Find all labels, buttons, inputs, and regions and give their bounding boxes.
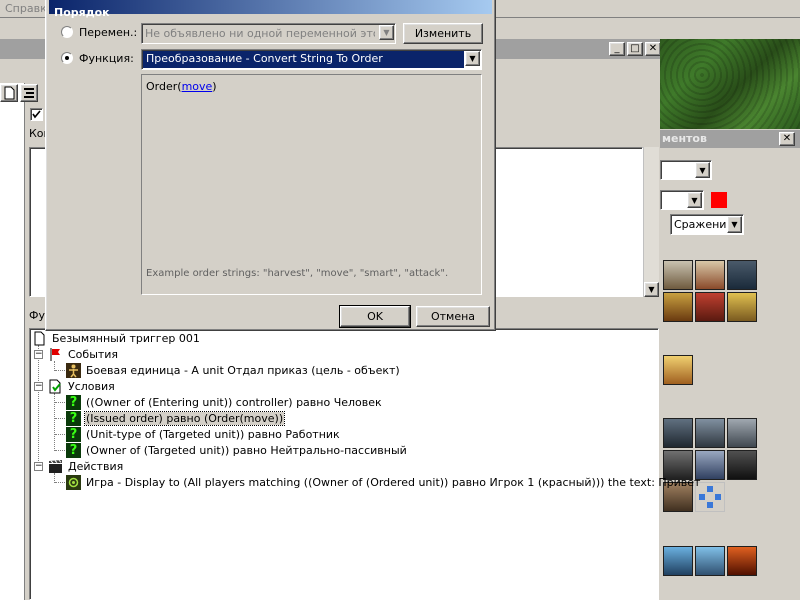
collapse-events-icon[interactable]: −: [34, 350, 43, 359]
unit-icon-rifleman[interactable]: [727, 260, 757, 290]
cancel-button[interactable]: Отмена: [416, 306, 490, 327]
example-text: Example order strings: "harvest", "move"…: [146, 268, 449, 279]
event-1-label: Боевая единица - A unit Отдал приказ (це…: [86, 364, 400, 377]
palette-close-icon[interactable]: ✕: [779, 132, 795, 146]
scroll-down-icon[interactable]: ▼: [644, 282, 659, 297]
actions-label: Действия: [68, 460, 124, 473]
unit-icon-archmage[interactable]: [695, 292, 725, 322]
chevron-down-icon[interactable]: ▼: [465, 51, 480, 66]
palette-category-value: Сражение: [674, 218, 734, 231]
condition-3-label: (Unit-type of (Targeted unit)) равно Раб…: [86, 428, 340, 441]
close-icon[interactable]: ✕: [645, 42, 661, 56]
minimize-icon[interactable]: _: [609, 42, 625, 56]
trigger-tree[interactable]: Безымянный триггер 001 − События Боевая …: [29, 328, 700, 600]
comment-scrollbar[interactable]: ▼: [643, 147, 659, 297]
question-icon: ?: [66, 395, 81, 410]
palette-tileset-select[interactable]: ▼: [660, 160, 712, 180]
tree-line: [55, 418, 65, 419]
function-combo[interactable]: Преобразование - Convert String To Order…: [141, 49, 482, 70]
clapperboard-icon: [48, 459, 63, 474]
palette-player-select[interactable]: ▼: [660, 190, 704, 210]
tree-line: [55, 434, 65, 435]
new-trigger-icon[interactable]: [0, 84, 18, 102]
chevron-down-icon[interactable]: ▼: [379, 25, 394, 40]
param-prefix: Order(: [146, 80, 182, 93]
param-suffix: ): [212, 80, 217, 93]
question-icon: ?: [66, 427, 81, 442]
chevron-down-icon[interactable]: ▼: [727, 216, 742, 233]
chevron-down-icon[interactable]: ▼: [695, 162, 710, 178]
functions-label: Фу: [29, 309, 45, 322]
unit-icon-dwarf-king[interactable]: [663, 260, 693, 290]
red-flag-icon: [48, 347, 63, 362]
variable-combo-value: Не объявлено ни одной переменной этого т…: [145, 27, 375, 40]
condition-4-label: (Owner of (Targeted unit)) равно Нейтрал…: [86, 444, 407, 457]
condition-2-label: (Issued order) равно (Order(move)): [83, 411, 286, 426]
unit-icon-building-2[interactable]: [695, 418, 725, 448]
variable-radio[interactable]: [61, 26, 73, 38]
tree-line: [55, 370, 65, 371]
conditions-label: Условия: [68, 380, 115, 393]
tree-line: [55, 482, 65, 483]
map-viewport[interactable]: [660, 39, 800, 129]
unit-icon-building-3[interactable]: [727, 418, 757, 448]
tree-line: [55, 450, 65, 451]
unit-icon-water-1[interactable]: [663, 546, 693, 576]
dialog-title: Порядок: [54, 6, 110, 19]
trigger-editor-window-buttons: _ □ ✕: [609, 42, 663, 56]
trigger-list-panel[interactable]: [0, 83, 25, 600]
trigger-enabled-checkbox[interactable]: [30, 108, 43, 121]
unit-event-icon: [66, 363, 81, 378]
parameter-expression: Order(move): [146, 80, 217, 93]
unit-icon-hero-portrait[interactable]: [663, 355, 693, 385]
trigger-document-icon: [32, 331, 47, 346]
ok-button[interactable]: OK: [339, 305, 411, 328]
variable-radio-label: Перемен.:: [79, 26, 138, 39]
function-radio[interactable]: [61, 52, 73, 64]
dialog-titlebar: Порядок: [49, 0, 492, 19]
order-dialog: Порядок Перемен.: Не объявлено ни одной …: [45, 0, 496, 331]
param-move-link[interactable]: move: [182, 80, 213, 93]
unit-icon-building-6[interactable]: [727, 450, 757, 480]
unit-icon-dwarf[interactable]: [695, 260, 725, 290]
palette-title: ментов: [662, 132, 707, 145]
question-icon: ?: [66, 443, 81, 458]
question-icon: ?: [66, 411, 81, 426]
condition-1-label: ((Owner of (Entering unit)) controller) …: [86, 396, 382, 409]
game-action-icon: [66, 475, 81, 490]
change-button[interactable]: Изменить: [403, 23, 483, 44]
unit-icon-mountain-king[interactable]: [727, 292, 757, 322]
collapse-actions-icon[interactable]: −: [34, 462, 43, 471]
collapse-conditions-icon[interactable]: −: [34, 382, 43, 391]
unit-icon-fire[interactable]: [727, 546, 757, 576]
function-combo-value: Преобразование - Convert String To Order: [143, 51, 464, 68]
chevron-down-icon[interactable]: ▼: [687, 192, 702, 208]
tree-line: [55, 402, 65, 403]
function-parameters-panel: Order(move) Example order strings: "harv…: [141, 74, 482, 295]
events-label: События: [68, 348, 119, 361]
player-color-swatch: [711, 192, 727, 208]
unit-icon-water-2[interactable]: [695, 546, 725, 576]
action-1-label: Игра - Display to (All players matching …: [86, 476, 701, 489]
trigger-category-icon[interactable]: [20, 84, 38, 102]
variable-combo[interactable]: Не объявлено ни одной переменной этого т…: [141, 23, 396, 44]
function-radio-label: Функция:: [79, 52, 134, 65]
conditions-icon: [48, 379, 63, 394]
tree-root-label: Безымянный триггер 001: [52, 332, 200, 345]
tree-line: [38, 345, 39, 469]
maximize-icon[interactable]: □: [627, 42, 643, 56]
palette-category-select[interactable]: Сражение ▼: [670, 214, 744, 235]
unit-icon-paladin[interactable]: [663, 292, 693, 322]
unit-icon-building-1[interactable]: [663, 418, 693, 448]
